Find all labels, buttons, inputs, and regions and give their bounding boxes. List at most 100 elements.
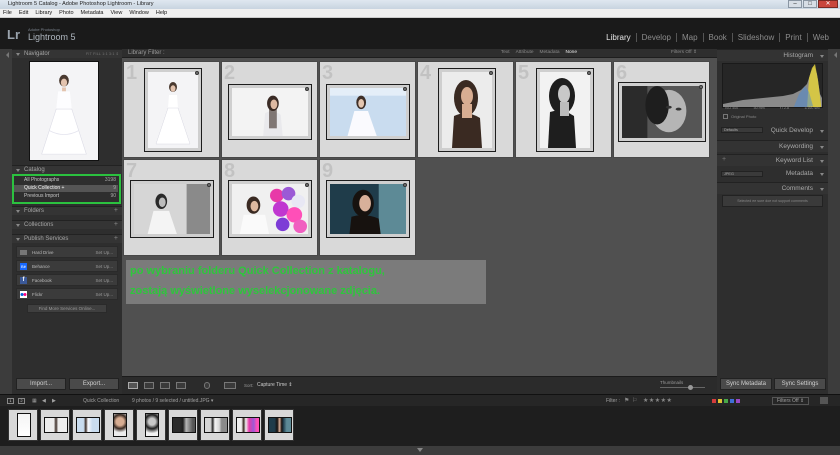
publish-service-hard-drive[interactable]: Hard Drive Set Up... [16, 246, 118, 258]
filter-attribute-tab[interactable]: Attribute [516, 50, 534, 55]
maximize-button[interactable]: □ [803, 0, 817, 8]
thumbnail[interactable] [618, 82, 706, 142]
thumbnail[interactable] [228, 84, 312, 140]
setup-button[interactable]: Set Up... [95, 264, 113, 269]
sync-settings-button[interactable]: Sync Settings [774, 378, 826, 390]
grid-cell-8[interactable]: 8 [221, 159, 318, 256]
grid-cell-3[interactable]: 3 [319, 61, 416, 158]
color-label-yellow-icon[interactable] [718, 399, 722, 403]
filmstrip-toggle-bar[interactable] [0, 446, 840, 455]
color-label-green-icon[interactable] [724, 399, 728, 403]
filmstrip-item-6[interactable]: 6 [168, 409, 198, 441]
setup-button[interactable]: Set Up... [95, 250, 113, 255]
filter-text-tab[interactable]: Text [501, 50, 510, 55]
color-label-blue-icon[interactable] [730, 399, 734, 403]
filmstrip-item-1[interactable]: 1 [8, 409, 38, 441]
star-rating-filter[interactable]: ★★★★★ [643, 397, 672, 404]
add-publish-service-icon[interactable]: + [114, 235, 118, 242]
grid-cell-7[interactable]: 7 [123, 159, 220, 256]
grid-cell-1[interactable]: 1 [123, 61, 220, 158]
quick-collection-badge-icon[interactable] [403, 183, 407, 187]
add-collection-icon[interactable]: + [114, 221, 118, 228]
grid-cell-9[interactable]: 9 [319, 159, 416, 256]
import-button[interactable]: Import... [16, 378, 66, 390]
menu-window[interactable]: Window [129, 9, 149, 17]
menu-edit[interactable]: Edit [19, 9, 28, 17]
quick-collection-badge-icon[interactable] [489, 71, 493, 75]
navigator-zoom-options[interactable]: FIT FILL 1:1 3:1 ⇕ [86, 52, 119, 56]
saved-preset-dropdown[interactable]: Defaults [721, 127, 763, 133]
filmstrip-photo-count[interactable]: 9 photos / 9 selected / untitled.JPG ▾ [132, 398, 213, 404]
sort-dropdown[interactable]: Capture Time ⇕ [257, 382, 293, 388]
menu-view[interactable]: View [110, 9, 122, 17]
filmstrip-item-9[interactable]: 9 [264, 409, 294, 441]
grid-cell-6[interactable]: 6 [613, 61, 710, 158]
filmstrip-item-2[interactable]: 2 [40, 409, 70, 441]
menu-library[interactable]: Library [35, 9, 52, 17]
color-label-red-icon[interactable] [712, 399, 716, 403]
filter-none-tab[interactable]: None [566, 50, 577, 55]
module-print[interactable]: Print [780, 33, 808, 42]
painter-icon[interactable] [204, 382, 210, 389]
original-checkbox[interactable] [723, 114, 728, 119]
reject-flag-icon[interactable]: ⚐ [632, 397, 637, 404]
menu-file[interactable]: File [3, 9, 12, 17]
folders-header[interactable]: Folders + [12, 206, 122, 215]
module-slideshow[interactable]: Slideshow [733, 33, 781, 42]
menu-help[interactable]: Help [156, 9, 167, 17]
left-panel-toggle[interactable] [0, 49, 12, 394]
publish-services-header[interactable]: Publish Services + [12, 234, 122, 243]
back-arrow-icon[interactable]: ◀ [42, 398, 46, 404]
quick-collection-badge-icon[interactable] [195, 71, 199, 75]
survey-view-icon[interactable] [176, 382, 186, 389]
histogram-header[interactable]: Histogram [717, 49, 828, 61]
loupe-view-icon[interactable] [144, 382, 154, 389]
metadata-header[interactable]: Metadata [765, 168, 828, 180]
catalog-header[interactable]: Catalog [12, 165, 122, 174]
find-more-services-button[interactable]: Find More Services Online... [27, 304, 107, 313]
setup-button[interactable]: Set Up... [95, 278, 113, 283]
thumbnail-size-knob[interactable] [688, 385, 693, 390]
grid-view-icon[interactable] [128, 382, 138, 389]
color-label-purple-icon[interactable] [736, 399, 740, 403]
thumbnail[interactable] [438, 68, 496, 152]
thumbnail[interactable] [130, 180, 214, 238]
metadata-preset-dropdown[interactable]: JPEG [721, 171, 763, 177]
setup-button[interactable]: Set Up... [95, 292, 113, 297]
navigator-header[interactable]: Navigator FIT FILL 1:1 3:1 ⇕ [12, 49, 122, 58]
keywording-header[interactable]: Keywording [717, 140, 828, 152]
filmstrip-filters-dropdown[interactable]: Filters Off ⇕ [772, 397, 810, 405]
quick-collection-badge-icon[interactable] [403, 87, 407, 91]
close-button[interactable]: ✕ [818, 0, 838, 8]
module-web[interactable]: Web [808, 33, 834, 42]
thumbnail[interactable] [144, 68, 202, 152]
quick-collection-badge-icon[interactable] [207, 183, 211, 187]
primary-window-button[interactable]: 1 [7, 398, 14, 404]
thumbnail[interactable] [326, 180, 410, 238]
filmstrip-item-8[interactable]: 8 [232, 409, 262, 441]
minimize-button[interactable]: – [788, 0, 802, 8]
add-folder-icon[interactable]: + [114, 207, 118, 214]
sort-direction-icon[interactable] [224, 382, 236, 389]
grid-cell-4[interactable]: 4 [417, 61, 514, 158]
menu-photo[interactable]: Photo [59, 9, 73, 17]
module-book[interactable]: Book [704, 33, 733, 42]
module-map[interactable]: Map [677, 33, 704, 42]
comments-header[interactable]: Comments [717, 182, 828, 194]
thumbnail-size-slider[interactable] [660, 387, 705, 388]
quick-collection-badge-icon[interactable] [305, 87, 309, 91]
quick-collection-badge-icon[interactable] [587, 71, 591, 75]
add-keyword-icon[interactable]: + [722, 156, 726, 163]
filters-off-dropdown[interactable]: Filters Off ⇕ [671, 50, 697, 55]
grid-icon[interactable]: ▦ [32, 398, 37, 404]
pick-flag-icon[interactable]: ⚑ [624, 397, 629, 404]
filmstrip-item-5[interactable]: 5 [136, 409, 166, 441]
thumbnail[interactable] [326, 84, 410, 140]
secondary-window-button[interactable]: 2 [18, 398, 25, 404]
publish-service-behance[interactable]: Bē Behance Set Up... [16, 260, 118, 272]
quick-collection-badge-icon[interactable] [699, 85, 703, 89]
publish-service-facebook[interactable]: f Facebook Set Up... [16, 274, 118, 286]
keyword-list-header[interactable]: + Keyword List [717, 154, 828, 166]
thumbnail[interactable] [536, 68, 594, 152]
module-develop[interactable]: Develop [637, 33, 677, 42]
